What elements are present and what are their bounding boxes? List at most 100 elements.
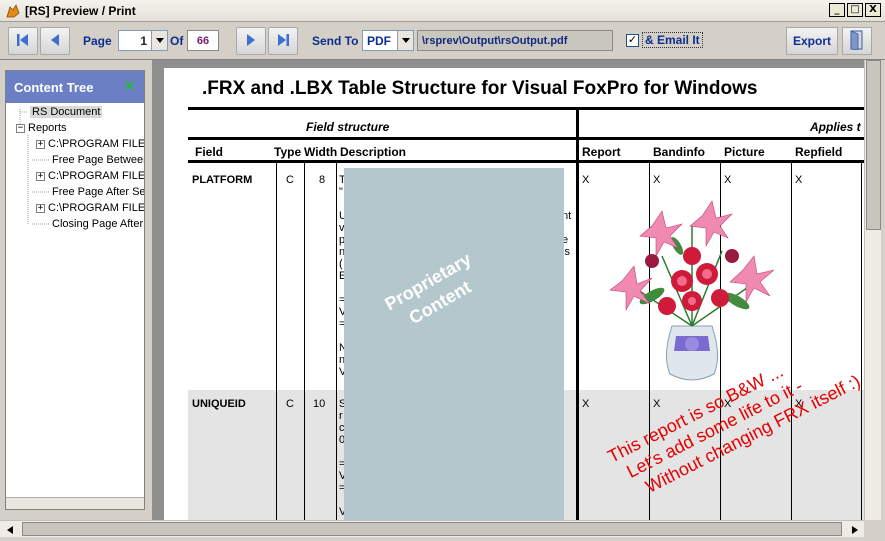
export-button[interactable]: Export xyxy=(786,27,838,55)
preview-area: .FRX and .LBX Table Structure for Visual… xyxy=(152,60,864,520)
sendto-label: Send To xyxy=(312,34,359,48)
close-icon[interactable]: ✕ xyxy=(123,79,136,94)
row1-picture-mark: X xyxy=(724,174,732,186)
minimize-button[interactable]: _ xyxy=(829,3,845,17)
tree-item-reports[interactable]: − Reports xyxy=(16,120,67,136)
col-header-bandinfo: Bandinfo xyxy=(653,145,705,159)
fox-app-icon xyxy=(5,3,21,19)
page-label: Page xyxy=(83,34,112,48)
col-header-width: Width xyxy=(304,145,338,159)
tree-item-label: Free Page Between xyxy=(52,154,144,166)
horizontal-scrollbar[interactable] xyxy=(0,520,864,537)
scroll-left-icon[interactable] xyxy=(3,523,17,536)
horizontal-scroll-thumb[interactable] xyxy=(22,522,842,536)
tree-item-label: Free Page After Se xyxy=(52,186,144,198)
desc-fragment: ( xyxy=(339,258,343,270)
tree-item-report-3[interactable]: + C:\PROGRAM FILES xyxy=(36,200,144,216)
chevron-down-icon[interactable] xyxy=(151,31,167,50)
col-header-type: Type xyxy=(274,145,302,159)
section-applies-to: Applies t xyxy=(810,120,861,134)
last-page-button[interactable] xyxy=(268,27,298,55)
email-checkbox[interactable]: ✓ xyxy=(626,33,639,47)
desc-fragment: " xyxy=(339,186,343,198)
content-tree: RS Document − Reports + C:\PROGRAM FILES… xyxy=(6,103,144,497)
table-top-rule xyxy=(188,107,864,110)
tree-item-report-2[interactable]: + C:\PROGRAM FILES xyxy=(36,168,144,184)
row1-report-mark: X xyxy=(582,174,590,186)
exit-button[interactable] xyxy=(842,27,872,55)
tree-item-label: Reports xyxy=(28,122,67,134)
title-bar: [RS] Preview / Print _ □ X xyxy=(0,0,885,22)
content-tree-title: Content Tree xyxy=(14,79,94,95)
col-divider xyxy=(276,163,277,520)
expand-icon[interactable]: + xyxy=(36,139,45,149)
prev-page-icon xyxy=(47,32,63,51)
total-pages: 66 xyxy=(187,30,219,51)
vertical-scroll-thumb[interactable] xyxy=(866,60,881,230)
row1-width: 8 xyxy=(319,174,326,186)
col-header-report: Report xyxy=(582,145,621,159)
expand-icon[interactable]: + xyxy=(36,171,45,181)
row1-repfield-mark: X xyxy=(795,174,803,186)
tree-item-free-page-between[interactable]: Free Page Between xyxy=(52,152,144,168)
window-title: [RS] Preview / Print xyxy=(25,3,136,18)
tree-scrollbar[interactable] xyxy=(6,497,144,509)
row2-bandinfo-mark: X xyxy=(653,398,661,410)
expand-icon[interactable]: + xyxy=(36,203,45,213)
tree-item-free-page-after[interactable]: Free Page After Se xyxy=(52,184,144,200)
col-divider xyxy=(304,163,305,520)
output-path-field[interactable]: \rsprev\Output\rsOutput.pdf xyxy=(417,30,613,51)
first-page-button[interactable] xyxy=(8,27,38,55)
scroll-right-icon[interactable] xyxy=(848,523,862,536)
tree-item-rs-document[interactable]: RS Document xyxy=(30,104,103,120)
section-divider xyxy=(576,110,579,520)
format-value: PDF xyxy=(367,33,391,48)
row2-report-mark: X xyxy=(582,398,590,410)
col-header-description: Description xyxy=(340,145,407,159)
row2-field: UNIQUEID xyxy=(192,398,246,410)
chevron-down-icon[interactable] xyxy=(397,31,413,50)
row2-width: 10 xyxy=(313,398,326,410)
tree-item-closing-page[interactable]: Closing Page After xyxy=(52,216,143,232)
tree-item-label: Closing Page After xyxy=(52,218,144,230)
row1-field: PLATFORM xyxy=(192,174,253,186)
next-page-button[interactable] xyxy=(236,27,266,55)
flower-bouquet-image xyxy=(592,186,792,386)
last-page-icon xyxy=(275,32,291,51)
toolbar: Page 1 Of 66 Send To PDF \rsprev\Output\… xyxy=(0,22,885,60)
report-title: .FRX and .LBX Table Structure for Visual… xyxy=(202,78,758,99)
email-label[interactable]: & Email It xyxy=(642,32,703,48)
close-button[interactable]: X xyxy=(865,3,881,17)
maximize-button[interactable]: □ xyxy=(847,3,863,17)
exit-door-icon xyxy=(848,29,866,53)
col-divider xyxy=(861,163,862,520)
tree-item-label: C:\PROGRAM FILES xyxy=(48,138,144,150)
collapse-icon[interactable]: − xyxy=(16,123,25,133)
format-select[interactable]: PDF xyxy=(362,30,414,51)
content-tree-header: Content Tree ✕ xyxy=(6,71,144,103)
col-header-field: Field xyxy=(195,145,224,159)
section-field-structure: Field structure xyxy=(306,120,390,134)
page-select[interactable]: 1 xyxy=(118,30,168,51)
tree-item-report-1[interactable]: + C:\PROGRAM FILES xyxy=(36,136,144,152)
table-header-rule xyxy=(188,160,864,163)
content-tree-panel: Content Tree ✕ RS Document − Reports + C… xyxy=(5,70,145,510)
report-page: .FRX and .LBX Table Structure for Visual… xyxy=(164,68,864,520)
table-section-rule xyxy=(188,137,864,140)
first-page-icon xyxy=(15,32,31,51)
of-label: Of xyxy=(170,34,184,48)
col-divider xyxy=(336,163,337,520)
desc-fragment: r xyxy=(339,410,343,422)
tree-item-label: C:\PROGRAM FILES xyxy=(48,202,144,214)
row2-type: C xyxy=(286,398,294,410)
tree-item-label: C:\PROGRAM FILES xyxy=(48,170,144,182)
vertical-scrollbar[interactable] xyxy=(864,60,881,520)
page-value: 1 xyxy=(140,33,147,48)
col-header-repfield: Repfield xyxy=(795,145,843,159)
row1-type: C xyxy=(286,174,294,186)
row1-bandinfo-mark: X xyxy=(653,174,661,186)
tree-item-label: RS Document xyxy=(30,106,103,118)
col-header-picture: Picture xyxy=(724,145,765,159)
next-page-icon xyxy=(243,32,259,51)
prev-page-button[interactable] xyxy=(40,27,70,55)
